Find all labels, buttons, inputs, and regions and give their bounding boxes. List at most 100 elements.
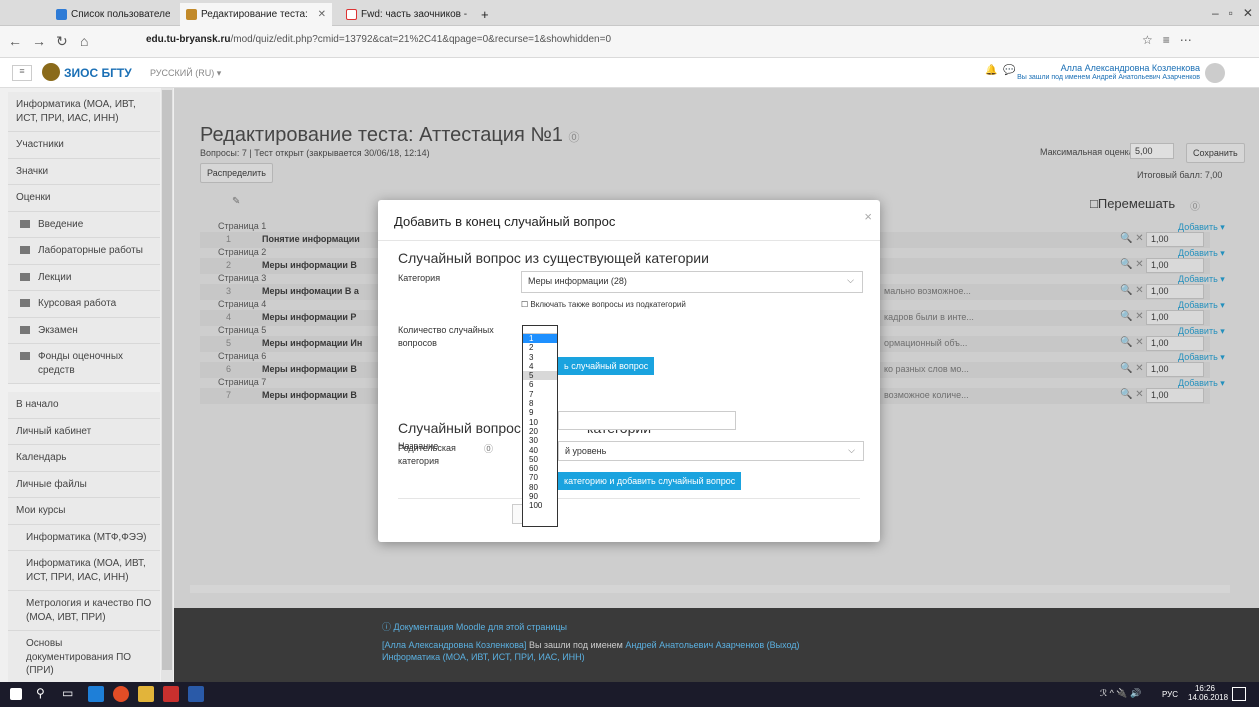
new-tab-button[interactable]: +	[475, 3, 505, 26]
dropdown-option[interactable]: 4	[523, 362, 557, 371]
dropdown-option[interactable]: 80	[523, 483, 557, 492]
sidebar-item[interactable]: Личные файлы	[8, 472, 160, 498]
language-menu[interactable]: РУССКИЙ (RU) ▾	[150, 68, 221, 79]
name-input[interactable]	[558, 411, 736, 430]
sidebar-item[interactable]: Основы документирования ПО (ПРИ)	[8, 631, 160, 682]
windows-start-icon[interactable]	[10, 688, 22, 700]
count-dropdown-list[interactable]: 1 2 3 4 5 6 7 8 9 10 20 30 40 50 60 70 80 90 100	[522, 325, 558, 527]
word-icon[interactable]	[188, 686, 204, 702]
divider	[378, 240, 880, 241]
add-random-question-button[interactable]: ь случайный вопрос	[558, 357, 655, 375]
sidebar-item[interactable]: В начало	[8, 392, 160, 419]
toolbar-icons[interactable]: ☆ ≡ ⋯	[1142, 33, 1192, 47]
folder-icon	[20, 219, 30, 228]
menu-toggle-button[interactable]: ≡	[12, 65, 32, 81]
avatar[interactable]	[1205, 63, 1225, 83]
site-logo	[42, 63, 60, 81]
sidebar-item[interactable]: Информатика (МТФ,ФЭЭ)	[8, 525, 160, 551]
home-icon[interactable]: ⌂	[80, 33, 88, 49]
sidebar-site-nav: В начало Личный кабинет Календарь Личные фа…	[8, 392, 160, 682]
divider	[398, 498, 860, 499]
dropdown-option[interactable]: 60	[523, 464, 557, 473]
dropdown-option[interactable]: 20	[523, 427, 557, 436]
dropdown-option[interactable]: 6	[523, 380, 557, 389]
clock[interactable]: 16:26 14.06.2018	[1188, 684, 1228, 702]
parent-category-select[interactable]: й уровень ⌵	[558, 441, 864, 461]
dialog-title: Добавить в конец случайный вопрос	[394, 214, 616, 229]
refresh-icon[interactable]: ↻	[56, 33, 68, 50]
moodle-navbar: ≡ ЗИОС БГТУ РУССКИЙ (RU) ▾ 🔔 💬 Алла Алек…	[0, 58, 1259, 88]
sidebar-item[interactable]: Личный кабинет	[8, 419, 160, 445]
keyboard-language[interactable]: РУС	[1162, 690, 1178, 699]
notification-center-icon[interactable]	[1232, 687, 1246, 701]
tab-quiz-edit[interactable]: Редактирование теста: ✕	[180, 3, 332, 26]
create-category-button[interactable]: категорию и добавить случайный вопрос	[558, 472, 742, 490]
dropdown-option[interactable]: 10	[523, 418, 557, 427]
pdf-icon[interactable]	[163, 686, 179, 702]
back-icon[interactable]: ←	[8, 33, 22, 49]
page-footer: ⓘ Документация Moodle для этой страницы …	[174, 608, 1259, 682]
sidebar-item[interactable]: Лабораторные работы	[8, 238, 160, 265]
horizontal-scrollbar[interactable]	[190, 585, 1230, 593]
address-bar: ← → ↻ ⌂ edu.tu-bryansk.ru/mod/quiz/edit.…	[0, 26, 1259, 58]
parent-category-label: Родительская категория	[398, 443, 456, 466]
sidebar-item[interactable]: Значки	[8, 159, 160, 185]
sidebar-item[interactable]: Экзамен	[8, 318, 160, 344]
section-existing-category: Случайный вопрос из существующей категор…	[398, 250, 709, 266]
edge-icon[interactable]	[88, 686, 104, 702]
dropdown-option[interactable]: 1	[523, 334, 557, 344]
sidebar-item[interactable]: Участники	[8, 132, 160, 159]
sidebar-item[interactable]: Информатика (МОА, ИВТ, ИСТ, ПРИ, ИАС, ИН…	[8, 92, 160, 132]
include-subcategories-checkbox[interactable]: ☐ Включать также вопросы из подкатегорий	[521, 300, 686, 309]
sidebar-item[interactable]: Мои курсы	[8, 498, 160, 525]
dropdown-option[interactable]: 90	[523, 492, 557, 501]
sidebar-item[interactable]: Введение	[8, 212, 160, 238]
dropdown-option[interactable]: 7	[523, 390, 557, 399]
dropdown-option[interactable]: 2	[523, 343, 557, 352]
dropdown-option[interactable]: 40	[523, 446, 557, 455]
file-explorer-icon[interactable]	[138, 686, 154, 702]
folder-icon	[20, 325, 30, 334]
folder-icon	[20, 246, 30, 254]
sidebar-item[interactable]: Информатика (МОА, ИВТ, ИСТ, ПРИ, ИАС, ИН…	[8, 551, 160, 591]
course-link[interactable]: Информатика (МОА, ИВТ, ИСТ, ПРИ, ИАС, ИН…	[382, 652, 585, 662]
url-field[interactable]: edu.tu-bryansk.ru/mod/quiz/edit.php?cmid…	[146, 34, 611, 45]
sidebar-item[interactable]: Лекции	[8, 265, 160, 291]
tab-users[interactable]: Список пользователей - al	[50, 3, 170, 26]
notification-icons[interactable]: 🔔 💬	[985, 65, 1015, 76]
gmail-icon	[346, 9, 357, 20]
user-name[interactable]: Алла Александровна Козленкова	[1014, 63, 1200, 73]
search-icon[interactable]: ⚲	[36, 686, 45, 700]
task-view-icon[interactable]: ▭	[62, 686, 73, 700]
windows-taskbar: ⚲ ▭ ℛ ^ 🔌 🔊 РУС 16:26 14.06.2018	[0, 682, 1259, 707]
chevron-down-icon: ⌵	[848, 445, 855, 455]
close-tab-icon[interactable]: ✕	[318, 9, 326, 20]
add-random-question-dialog: Добавить в конец случайный вопрос × Случ…	[378, 200, 880, 542]
dropdown-option[interactable]: 9	[523, 408, 557, 417]
close-icon[interactable]: ×	[864, 209, 872, 224]
window-controls[interactable]: – ▫ ✕	[1212, 6, 1253, 20]
system-tray[interactable]: ℛ ^ 🔌 🔊	[1100, 688, 1141, 699]
dropdown-option[interactable]: 5	[523, 371, 557, 381]
dropdown-option[interactable]: 70	[523, 473, 557, 482]
chrome-icon[interactable]	[113, 686, 129, 702]
sidebar-item[interactable]: Курсовая работа	[8, 291, 160, 318]
dropdown-option[interactable]: 30	[523, 436, 557, 445]
sidebar-item[interactable]: Фонды оценочных средств	[8, 344, 160, 384]
dropdown-option[interactable]: 8	[523, 399, 557, 408]
sidebar-scroll-thumb[interactable]	[162, 90, 172, 670]
help-icon[interactable]: ⓪	[484, 442, 493, 455]
moodle-icon	[186, 9, 197, 20]
tab-gmail[interactable]: Fwd: часть заочников - aly	[340, 3, 470, 26]
page-icon	[56, 9, 67, 20]
category-select[interactable]: Меры информации (28) ⌵	[521, 271, 863, 293]
site-name[interactable]: ЗИОС БГТУ	[64, 66, 132, 80]
sidebar-item[interactable]: Оценки	[8, 185, 160, 212]
dropdown-option[interactable]: 50	[523, 455, 557, 464]
forward-icon[interactable]: →	[32, 33, 46, 49]
dropdown-option[interactable]: 100	[523, 501, 557, 510]
dropdown-option[interactable]: 3	[523, 353, 557, 362]
sidebar-item[interactable]: Метрология и качество ПО (МОА, ИВТ, ПРИ)	[8, 591, 160, 631]
docs-link[interactable]: ⓘ Документация Moodle для этой страницы	[382, 620, 567, 633]
sidebar-item[interactable]: Календарь	[8, 445, 160, 472]
